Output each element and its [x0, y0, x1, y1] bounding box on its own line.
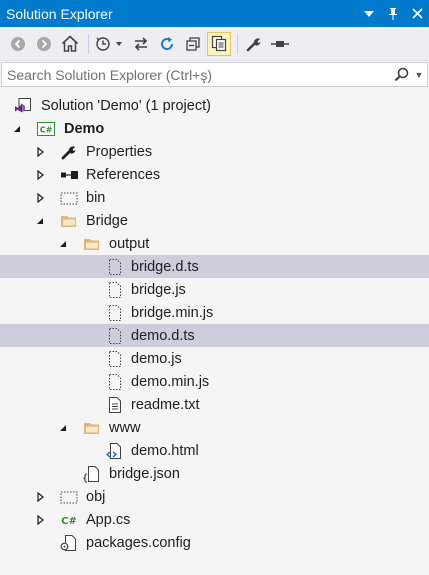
excluded-file-icon	[106, 373, 124, 391]
tree-item-solution[interactable]: Solution 'Demo' (1 project)	[0, 94, 429, 117]
svg-text:C#: C#	[40, 125, 53, 134]
toolbar-separator	[237, 33, 238, 54]
expanded-arrow-icon[interactable]	[11, 117, 23, 140]
excluded-file-icon	[106, 304, 124, 322]
show-all-files-button[interactable]	[207, 31, 231, 56]
tree-item-label: output	[109, 235, 150, 252]
tree-item-file-bridge-js[interactable]: bridge.js	[0, 278, 429, 301]
visual-studio-solution-icon	[14, 97, 32, 115]
expanded-arrow-icon[interactable]	[34, 209, 46, 232]
hidden-folder-icon	[60, 488, 78, 506]
expanded-arrow-icon[interactable]	[57, 232, 69, 255]
csharp-project-icon: C#	[37, 120, 55, 138]
tree-item-label: demo.html	[131, 442, 199, 459]
tree-item-label: Solution 'Demo' (1 project)	[41, 97, 211, 114]
excluded-file-icon	[106, 350, 124, 368]
tree-item-label: bridge.min.js	[131, 304, 214, 321]
tree-item-file-readme-txt[interactable]: readme.txt	[0, 393, 429, 416]
tree-item-bridge-folder[interactable]: Bridge	[0, 209, 429, 232]
tree-item-label: demo.d.ts	[131, 327, 195, 344]
tree-item-label: demo.min.js	[131, 373, 210, 390]
tree-item-file-bridge-min-js[interactable]: bridge.min.js	[0, 301, 429, 324]
csharp-file-icon: C#	[60, 511, 78, 529]
excluded-file-icon	[106, 258, 124, 276]
tree-item-file-demo-js[interactable]: demo.js	[0, 347, 429, 370]
preview-selected-items-button[interactable]	[268, 32, 292, 56]
collapsed-arrow-icon[interactable]	[34, 163, 46, 186]
tree-item-file-bridge-json[interactable]: bridge.json	[0, 462, 429, 485]
tree-item-output-folder[interactable]: output	[0, 232, 429, 255]
open-folder-icon	[83, 235, 101, 253]
pin-icon[interactable]	[381, 0, 405, 27]
references-icon	[60, 166, 78, 184]
excluded-file-icon	[106, 327, 124, 345]
title-bar: Solution Explorer	[0, 0, 429, 27]
refresh-button[interactable]	[155, 32, 179, 56]
expanded-arrow-icon[interactable]	[57, 416, 69, 439]
html-file-icon	[106, 442, 124, 460]
svg-text:C#: C#	[61, 516, 77, 527]
json-file-icon	[83, 465, 101, 483]
tree-item-label: Bridge	[86, 212, 128, 229]
tree-item-properties[interactable]: Properties	[0, 140, 429, 163]
search-options-dropdown-icon[interactable]: ▼	[411, 70, 427, 80]
excluded-file-icon	[106, 281, 124, 299]
tree-item-label: bridge.json	[109, 465, 180, 482]
search-input[interactable]	[2, 65, 391, 84]
collapsed-arrow-icon[interactable]	[34, 186, 46, 209]
text-file-icon	[106, 396, 124, 414]
tree-item-label: packages.config	[86, 534, 191, 551]
window-menu-dropdown-icon[interactable]	[357, 0, 381, 27]
toolbar-separator	[88, 33, 89, 54]
tree-item-label: bridge.js	[131, 281, 186, 298]
tree-item-www-folder[interactable]: www	[0, 416, 429, 439]
tree-item-project-demo[interactable]: C# Demo	[0, 117, 429, 140]
tree-item-label: Properties	[86, 143, 153, 160]
tree-item-label: bin	[86, 189, 106, 206]
tree-item-label: demo.js	[131, 350, 182, 367]
search-icon[interactable]	[391, 67, 411, 82]
tree-item-label: App.cs	[86, 511, 131, 528]
collapsed-arrow-icon[interactable]	[34, 140, 46, 163]
back-button[interactable]	[6, 32, 30, 56]
tree-item-label: References	[86, 166, 161, 183]
tree-item-label: www	[109, 419, 141, 436]
properties-wrench-button[interactable]	[242, 32, 266, 56]
tree-item-label: obj	[86, 488, 106, 505]
wrench-icon	[60, 143, 78, 161]
tree-item-file-app-cs[interactable]: C# App.cs	[0, 508, 429, 531]
search-box: ▼	[1, 62, 428, 87]
collapsed-arrow-icon[interactable]	[34, 508, 46, 531]
tree-item-references[interactable]: References	[0, 163, 429, 186]
tree-item-label: Demo	[64, 120, 105, 137]
sync-with-active-document-button[interactable]	[129, 32, 153, 56]
forward-button[interactable]	[32, 32, 56, 56]
tree-item-label: bridge.d.ts	[131, 258, 199, 275]
close-icon[interactable]	[405, 0, 429, 27]
tree-item-bin-folder[interactable]: bin	[0, 186, 429, 209]
tree-item-file-packages-config[interactable]: packages.config	[0, 531, 429, 554]
tree-item-file-demo-d-ts[interactable]: demo.d.ts	[0, 324, 429, 347]
collapsed-arrow-icon[interactable]	[34, 485, 46, 508]
home-button[interactable]	[58, 32, 82, 56]
tree-item-file-demo-min-js[interactable]: demo.min.js	[0, 370, 429, 393]
config-file-icon	[60, 534, 78, 552]
window-title: Solution Explorer	[6, 5, 113, 22]
toolbar	[0, 27, 429, 61]
hidden-folder-icon	[60, 189, 78, 207]
collapse-all-button[interactable]	[181, 32, 205, 56]
open-folder-icon	[60, 212, 78, 230]
tree-item-file-demo-html[interactable]: demo.html	[0, 439, 429, 462]
tree-item-obj-folder[interactable]: obj	[0, 485, 429, 508]
open-folder-icon	[83, 419, 101, 437]
tree-item-label: readme.txt	[131, 396, 200, 413]
tree-item-file-bridge-d-ts[interactable]: bridge.d.ts	[0, 255, 429, 278]
pending-changes-filter-button[interactable]	[93, 32, 127, 56]
